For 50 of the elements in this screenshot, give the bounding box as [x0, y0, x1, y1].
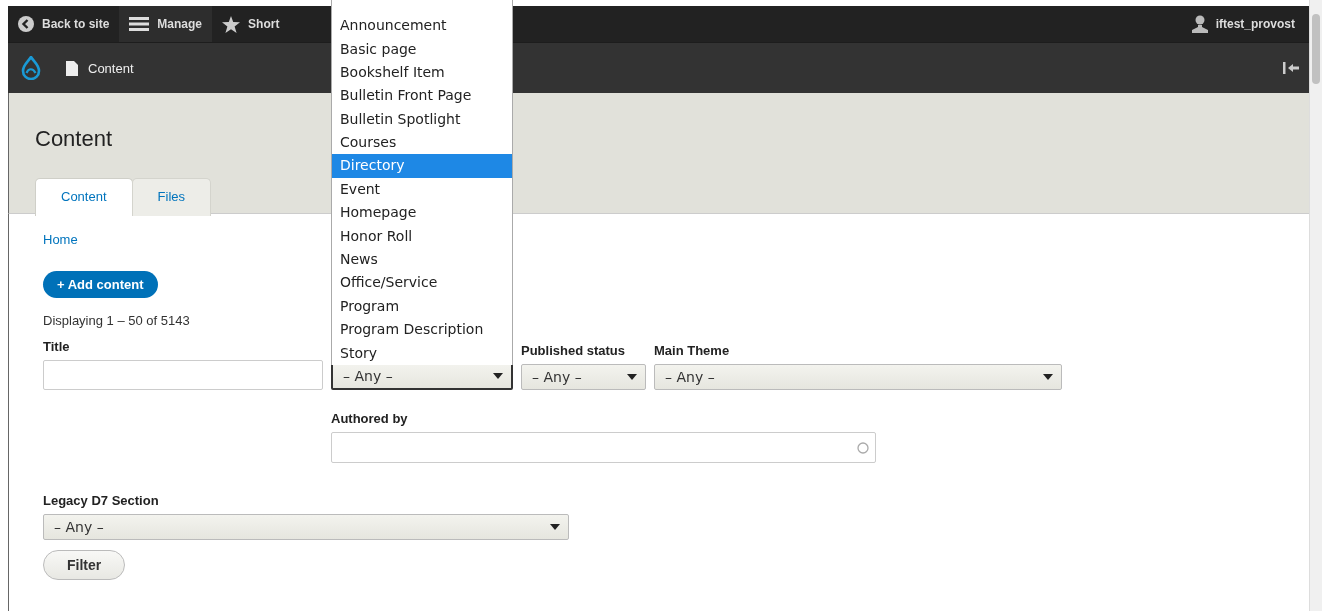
dropdown-option[interactable]: Basic page [332, 37, 512, 61]
field-label: Published status [521, 343, 627, 359]
title-input-field[interactable] [43, 360, 323, 390]
caret-icon [493, 373, 503, 379]
caret-icon [627, 374, 637, 380]
user-icon [1191, 15, 1208, 33]
dropdown-option[interactable]: Story [332, 341, 512, 365]
author-input-field[interactable] [331, 432, 876, 463]
toolbar-link[interactable]: Back to site [8, 6, 120, 42]
toolbar-link[interactable]: Short [212, 6, 290, 42]
dropdown-option[interactable]: Program Description [332, 318, 512, 342]
dropdown-option[interactable]: Bulletin Spotlight [332, 107, 512, 132]
breadcrumb-link[interactable]: Home [43, 232, 78, 247]
field-label: Legacy D7 Section [43, 493, 160, 509]
page-title: Content [35, 126, 113, 152]
drop-logo-icon [21, 56, 41, 80]
tab[interactable]: Files [131, 178, 211, 216]
field-label: Main Theme [654, 343, 731, 359]
toolbar-link[interactable]: Manage [119, 6, 213, 42]
select-field[interactable]: – Any – [654, 364, 1062, 390]
tray-link[interactable]: Content [54, 60, 146, 76]
dropdown-option[interactable]: Program [332, 294, 512, 319]
dropdown-option[interactable]: Honor Roll [332, 224, 512, 249]
scrollbar[interactable] [1309, 0, 1322, 611]
star-icon [222, 15, 241, 33]
dropdown-option[interactable]: Event [332, 177, 512, 202]
dropdown-option[interactable]: News [332, 248, 512, 272]
back-icon [18, 16, 34, 32]
add-content-button[interactable]: + Add content [43, 271, 158, 298]
user-link[interactable]: iftest_provost [1177, 15, 1309, 33]
select-field[interactable]: – Any – [43, 514, 569, 540]
tab[interactable]: Content [35, 178, 133, 216]
dropdown-option[interactable]: Announcement [332, 14, 512, 38]
dropdown-option[interactable]: Bookshelf Item [332, 60, 512, 85]
dropdown-option[interactable]: Directory [332, 154, 512, 178]
dropdown-option[interactable]: Bulletin Front Page [332, 84, 512, 108]
caret-icon [1043, 374, 1053, 380]
document-icon [66, 60, 78, 76]
field-label: Authored by [331, 411, 409, 427]
result-count: Displaying 1 – 50 of 5143 [43, 313, 191, 328]
select-field[interactable]: – Any – [521, 364, 646, 390]
caret-icon [550, 524, 560, 530]
field-label: Title [43, 339, 71, 355]
collapse-icon[interactable] [1283, 61, 1299, 75]
menu-icon [129, 16, 150, 32]
spinner-icon [857, 441, 869, 454]
dropdown-option[interactable]: Homepage [332, 201, 512, 225]
dropdown-option[interactable]: Office/Service [332, 271, 512, 295]
dropdown-option[interactable]: Courses [332, 131, 512, 155]
filter-button[interactable]: Filter [43, 550, 126, 580]
